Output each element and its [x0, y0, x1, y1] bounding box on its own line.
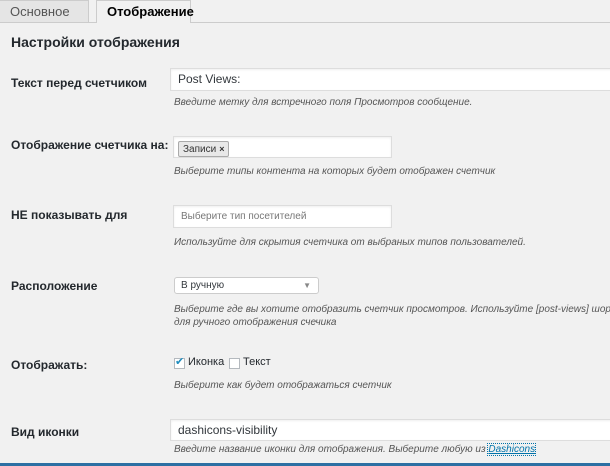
exclude-description: Используйте для скрытия счетчика от выбр… [174, 237, 526, 248]
label-text-value: Post Views: [178, 72, 241, 86]
label-text-input[interactable]: Post Views: [170, 68, 610, 91]
icon-name-value: dashicons-visibility [178, 423, 278, 437]
post-type-token-label: Записи [183, 144, 217, 155]
display-style-description: Выберите как будет отображаться счетчик [174, 380, 392, 391]
exclude-placeholder: Выберите тип посетителей [181, 211, 307, 222]
tab-bar: Основное Отображение [0, 0, 610, 23]
label-text-label: Текст перед счетчиком [11, 76, 147, 90]
display-on-description: Выберите типы контента на которых будет … [174, 166, 496, 177]
position-label: Расположение [11, 279, 98, 293]
label-text-description: Введите метку для встречного поля Просмо… [174, 97, 473, 108]
tab-general[interactable]: Основное [0, 0, 89, 22]
text-checkbox[interactable] [229, 358, 240, 369]
post-type-token: Записи × [178, 141, 230, 157]
text-checkbox-label[interactable]: Текст [243, 356, 271, 368]
exclude-visitors-select[interactable]: Выберите тип посетителей [173, 205, 392, 228]
exclude-label: НЕ показывать для [11, 208, 128, 222]
display-on-label: Отображение счетчика на: [11, 138, 169, 152]
chevron-down-icon: ▼ [303, 281, 311, 290]
display-style-label: Отображать: [11, 358, 88, 372]
icon-checkbox[interactable]: ✔ [174, 356, 185, 369]
icon-description-text: Введите название иконки для отображения.… [174, 444, 489, 455]
checkmark-icon: ✔ [175, 356, 185, 368]
position-description-line1: Выберите где вы хотите отобразить счетчи… [174, 304, 610, 315]
icon-label: Вид иконки [11, 425, 80, 439]
post-types-select[interactable]: Записи × [173, 136, 392, 158]
icon-description: Введите название иконки для отображения.… [174, 443, 537, 456]
tab-display[interactable]: Отображение [96, 0, 194, 23]
position-description-line2: для ручного отображения счечика [174, 317, 337, 328]
position-description: Выберите где вы хотите отобразить счетчи… [174, 303, 610, 329]
icon-name-input[interactable]: dashicons-visibility [170, 419, 610, 441]
icon-checkbox-label[interactable]: Иконка [188, 356, 224, 368]
position-selected: В ручную [181, 280, 225, 291]
position-select[interactable]: В ручную ▼ [174, 277, 319, 294]
remove-token-icon[interactable]: × [219, 144, 224, 154]
section-title: Настройки отображения [11, 34, 180, 50]
dashicons-link[interactable]: Dashicons [487, 443, 537, 456]
